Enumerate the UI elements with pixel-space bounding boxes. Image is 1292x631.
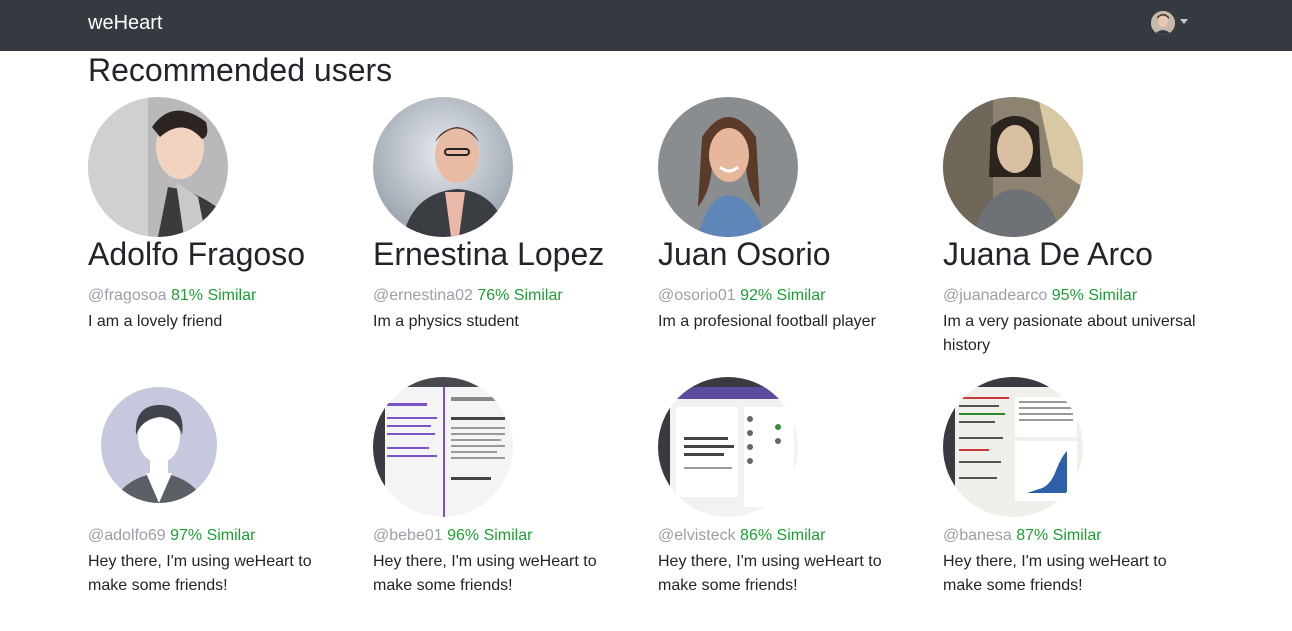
similarity-score: 97% Similar — [170, 527, 256, 544]
user-handle[interactable]: @bebe01 — [373, 527, 443, 544]
user-avatar-icon — [1151, 11, 1175, 35]
user-bio: Hey there, I'm using weHeart to make som… — [943, 553, 1167, 594]
user-menu-toggle[interactable] — [1151, 11, 1188, 35]
user-name: Adolfo Fragoso — [88, 236, 306, 272]
chevron-down-icon — [1180, 18, 1188, 24]
user-photo[interactable] — [943, 377, 1083, 517]
similarity-score: 81% Similar — [170, 287, 257, 304]
user-photo[interactable] — [88, 97, 228, 237]
user-photo[interactable] — [373, 377, 513, 517]
user-handle[interactable]: @juanadearco — [943, 287, 1047, 304]
navbar: weHeart — [0, 0, 1292, 51]
user-photo[interactable] — [943, 97, 1083, 237]
similarity-score: 96% Similar — [447, 527, 533, 544]
user-name: Juana De Arco — [943, 236, 1153, 272]
similarity-score: 92% Similar — [740, 287, 826, 304]
user-photo[interactable] — [88, 377, 228, 517]
user-bio: Im a very pasionate about universal hist… — [943, 313, 1196, 354]
user-handle[interactable]: @banesa — [943, 527, 1012, 544]
user-name: Juan Osorio — [658, 236, 831, 272]
similarity-score: 76% Similar — [477, 287, 563, 304]
user-handle[interactable]: @elvisteck — [658, 527, 736, 544]
page-title: Recommended users — [88, 52, 393, 88]
user-handle[interactable]: @adolfo69 — [88, 527, 166, 544]
user-name: Ernestina Lopez — [373, 236, 605, 272]
user-bio: I am a lovely friend — [88, 313, 223, 330]
user-photo[interactable] — [373, 97, 513, 237]
user-handle[interactable]: @fragosoa — [88, 287, 167, 304]
user-photo[interactable] — [658, 97, 798, 237]
brand-link[interactable]: weHeart — [88, 12, 162, 35]
user-bio: Hey there, I'm using weHeart to make som… — [373, 553, 597, 594]
user-handle[interactable]: @osorio01 — [658, 287, 736, 304]
similarity-score: 86% Similar — [740, 527, 826, 544]
similarity-score: 87% Similar — [1016, 527, 1102, 544]
user-bio: Im a profesional football player — [658, 313, 876, 330]
user-photo[interactable] — [658, 377, 798, 517]
user-bio: Im a physics student — [373, 313, 519, 330]
user-bio: Hey there, I'm using weHeart to make som… — [658, 553, 882, 594]
user-handle[interactable]: @ernestina02 — [373, 287, 473, 304]
similarity-score: 95% Similar — [1051, 287, 1138, 304]
user-bio: Hey there, I'm using weHeart to make som… — [88, 553, 312, 594]
